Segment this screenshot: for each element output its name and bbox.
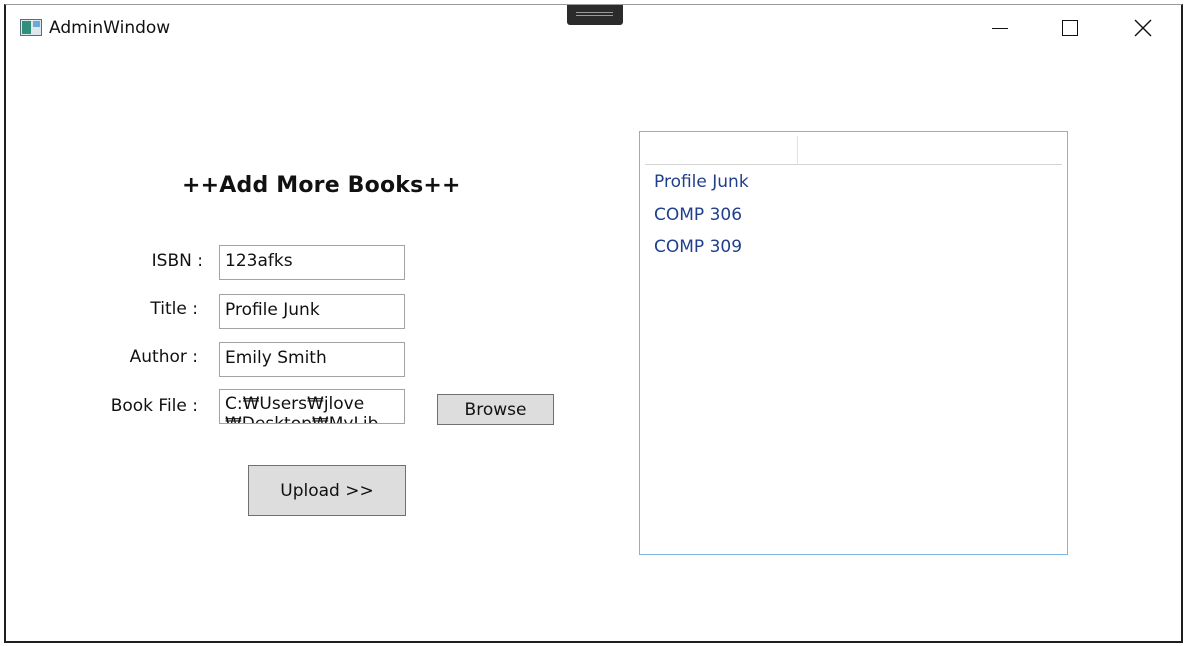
list-header bbox=[645, 136, 1062, 165]
window-title: AdminWindow bbox=[49, 18, 171, 38]
title-label: Title : bbox=[150, 299, 198, 319]
list-item[interactable]: COMP 306 bbox=[654, 205, 742, 225]
admin-window: AdminWindow ++Add More Books++ ISBN : 12… bbox=[4, 4, 1183, 643]
minimize-icon bbox=[992, 27, 1008, 29]
close-button[interactable] bbox=[1109, 5, 1177, 51]
list-item[interactable]: Profile Junk bbox=[654, 172, 749, 192]
list-item[interactable]: COMP 309 bbox=[654, 237, 742, 257]
isbn-input[interactable]: 123afks bbox=[219, 245, 405, 280]
browse-button[interactable]: Browse bbox=[437, 394, 554, 425]
minimize-button[interactable] bbox=[966, 5, 1034, 51]
book-file-label: Book File : bbox=[110, 396, 198, 416]
form-heading: ++Add More Books++ bbox=[182, 173, 461, 198]
author-label: Author : bbox=[129, 347, 198, 367]
app-icon bbox=[20, 19, 42, 36]
book-list-view[interactable]: Profile Junk COMP 306 COMP 309 bbox=[639, 131, 1068, 555]
author-input[interactable]: Emily Smith bbox=[219, 342, 405, 377]
book-file-input[interactable]: C:₩Users₩jlove ₩Desktop₩MyLib bbox=[219, 389, 405, 424]
title-input[interactable]: Profile Junk bbox=[219, 294, 405, 329]
upload-button[interactable]: Upload >> bbox=[248, 465, 406, 516]
maximize-button[interactable] bbox=[1036, 5, 1104, 51]
isbn-label: ISBN : bbox=[151, 251, 203, 271]
maximize-icon bbox=[1062, 20, 1078, 36]
drag-handle[interactable] bbox=[567, 5, 623, 25]
close-icon bbox=[1134, 19, 1152, 37]
title-bar[interactable]: AdminWindow bbox=[6, 5, 1181, 51]
list-column-header[interactable] bbox=[645, 136, 798, 164]
